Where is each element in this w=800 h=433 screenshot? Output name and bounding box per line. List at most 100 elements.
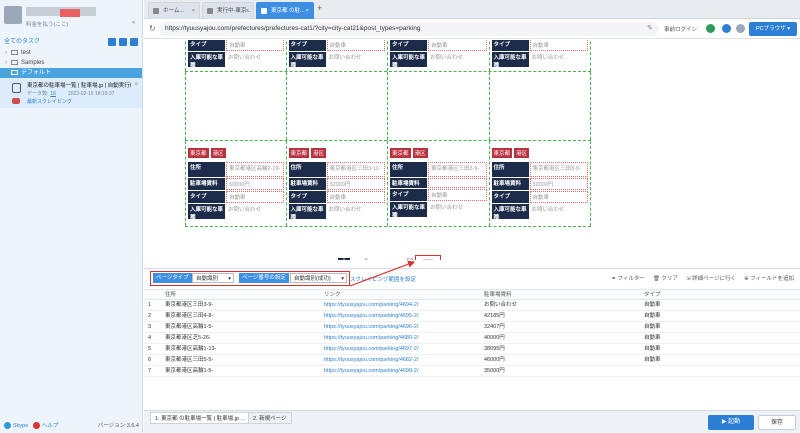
task-title[interactable]: 東京都の駐車場一覧 | 駐車場.jp | 自動実行組 — [27, 81, 131, 89]
url-input[interactable]: https://tyuusyajou.com/prefectures/prefe… — [159, 22, 659, 36]
listing-card[interactable]: 東京都 港区 住所 東京都港区三田3-11- 駐車場賃料 32000円 タイプ 自動車 … — [287, 141, 388, 226]
table-row[interactable]: 5 東京都港区高輪1-13- https://tyuusyajou.com/park… — [144, 344, 800, 355]
task-latest-scrape-link[interactable]: 最新スクレイピング — [27, 98, 72, 105]
folder-icon — [11, 49, 18, 55]
add-field-button[interactable]: ⊕ フィールドを追加 — [744, 274, 794, 283]
edit-pencil-icon[interactable]: ✎ — [647, 22, 653, 36]
kv-type: タイプ 自動車 — [288, 40, 385, 51]
workflow-tab-1[interactable]: 1. 東京都 の駐車場一覧 | 駐車場.jp ... — [150, 412, 251, 424]
all-tasks-label[interactable]: 全てのタスク — [4, 39, 40, 45]
filter-button[interactable]: ⏷ フィルター — [612, 274, 645, 283]
chevron-down-icon: ▾ — [228, 276, 231, 282]
close-icon[interactable]: × — [306, 3, 309, 19]
pref-tag[interactable]: 東京都 — [188, 148, 209, 158]
listing-card[interactable]: タイプ 自動車 入庫可能な車種 お問い合わせ — [490, 40, 591, 71]
pc-browser-dropdown[interactable]: PCブラウザ ▾ — [749, 22, 797, 36]
ward-tag[interactable]: 港区 — [514, 148, 530, 158]
account-sub[interactable]: 料金を払う(ここ) — [26, 20, 68, 28]
clear-button[interactable]: 🗑 クリア — [653, 274, 678, 283]
kv-cars: 入庫可能な車種 お問い合わせ — [288, 204, 386, 221]
listing-card[interactable]: 東京都 港区 住所 東京都港区三田3-9- 駐車場賃料 52000円 タイプ 自動車 入… — [490, 141, 591, 226]
sidebar-footer: Skype ヘルプ バージョン:3.6.4 — [0, 419, 143, 433]
new-tab-plus-icon[interactable]: + — [317, 3, 322, 13]
kv-address: 住所 東京都港区三田3-9- — [390, 162, 487, 177]
page-1[interactable]: 1 — [338, 258, 350, 260]
kv-cars: 入庫可能な車種 お問い合わせ — [288, 52, 386, 69]
close-icon[interactable]: × — [246, 3, 249, 19]
page-type-label: ページタイプ — [153, 273, 192, 283]
run-button[interactable]: ▶ 起動 — [708, 415, 754, 430]
go-detail-button[interactable]: ⇲ 詳細ページに行く — [686, 274, 736, 283]
ward-tag[interactable]: 港区 — [210, 148, 226, 158]
folder-test[interactable]: › test — [0, 48, 142, 58]
tab-running[interactable]: 実行中-東京... × — [202, 2, 254, 19]
page-number-select[interactable]: 自動識別(成功) ▾ — [290, 273, 347, 283]
pre-login-button[interactable]: 事前ログイン — [664, 25, 697, 33]
pref-tag[interactable]: 東京都 — [288, 148, 310, 158]
table-row[interactable]: 6 東京都港区三田5-5- https://tyuusyajou.com/parki… — [144, 355, 800, 366]
listing-card[interactable] — [490, 72, 591, 140]
table-row[interactable]: 1 東京都港区三田3-9- https://tyuusyajou.com/parki… — [144, 300, 800, 311]
task-meta: データ数: 16 2023-02-15 18:19:37 — [27, 90, 114, 97]
account-panel[interactable]: 料金を払う(ここ) « — [0, 0, 142, 36]
task-item[interactable]: 東京都の駐車場一覧 | 駐車場.jp | 自動実行組 データ数: 16 2023-0… — [0, 78, 142, 108]
listing-card[interactable]: 東京都 港区 住所 東京都港区三田3-9- 駐車場賃料 タイプ 自動車 入庫可能な車種… — [388, 141, 490, 226]
table-row[interactable]: 7 東京都港区高輪1-5- https://tyuusyajou.com/parki… — [144, 366, 800, 377]
task-robot-icon — [12, 83, 21, 93]
pagination: 1 2 ... 53 — [338, 258, 416, 260]
close-icon[interactable]: × — [134, 82, 138, 88]
save-button[interactable]: 保存 — [758, 415, 796, 430]
table-row[interactable]: 2 東京都港区三田4-8- https://tyuusyajou.com/parki… — [144, 311, 800, 322]
pref-tag[interactable]: 東京都 — [491, 148, 513, 158]
tab-home[interactable]: ホーム... × — [148, 2, 200, 19]
status-icon[interactable] — [706, 24, 715, 33]
table-row[interactable]: 4 東京都港区芝5-26- https://tyuusyajou.com/parki… — [144, 333, 800, 344]
panel-actions: ⏷ フィルター 🗑 クリア ⇲ 詳細ページに行く ⊕ フィールドを追加 — [612, 274, 794, 283]
ward-tag[interactable]: 港区 — [412, 148, 428, 158]
add-task-icon[interactable] — [108, 38, 116, 46]
listing-card[interactable] — [388, 72, 490, 140]
ward-tag[interactable]: 港区 — [311, 148, 327, 158]
tab-parking-list[interactable]: 東京都 の駐... × — [256, 2, 314, 19]
listing-card[interactable]: タイプ 自動車 入庫可能な車種 お問い合わせ — [287, 40, 388, 71]
import-icon[interactable] — [130, 38, 138, 46]
page-2[interactable]: 2 — [360, 258, 372, 260]
pref-tag[interactable]: 東京都 — [390, 148, 411, 158]
listing-card[interactable]: タイプ 自動車 入庫可能な車種 お問い合わせ — [185, 40, 287, 71]
browser-pane: ホーム... × 実行中-東京... × 東京都 の駐... × + ↻ https:… — [144, 0, 800, 433]
web-viewport[interactable]: タイプ 自動車 入庫可能な車種 お問い合わせ タイプ 自動車 入庫可能な車種 お問い合わ… — [144, 40, 800, 260]
page-icon — [261, 8, 267, 14]
info-icon[interactable] — [722, 24, 731, 33]
double-chevron-left-icon[interactable]: « — [132, 20, 135, 26]
help-link[interactable]: ヘルプ — [42, 423, 59, 429]
refresh-icon[interactable]: ↻ — [149, 24, 156, 33]
help-icon — [32, 422, 40, 430]
add-folder-icon[interactable] — [119, 38, 127, 46]
task-count[interactable]: 16 — [50, 91, 56, 97]
listing-card[interactable] — [185, 72, 287, 140]
table-row[interactable]: 3 東京都港区高輪1-5- https://tyuusyajou.com/parki… — [144, 322, 800, 333]
kv-type: タイプ 自動車 — [188, 40, 284, 51]
data-preview-panel: ページタイプ 自動識別 ▾ ページ番号の設定 自動識別(成功) ▾ スクレイピング範… — [144, 268, 800, 413]
folder-samples[interactable]: › Samples — [0, 58, 142, 68]
listing-card[interactable] — [287, 72, 388, 140]
kv-address: 住所 東京都港区三田3-9- — [491, 162, 588, 177]
folder-default[interactable]: ⌄ デフォルト — [0, 68, 142, 78]
chevron-down-icon: ▾ — [341, 276, 344, 282]
close-icon[interactable]: × — [192, 3, 195, 19]
kv-type: タイプ 自動車 — [188, 191, 284, 203]
page-type-select[interactable]: 自動識別 ▾ — [192, 273, 234, 283]
bottom-bar: 1. 東京都 の駐車場一覧 | 駐車場.jp ... 2. 新規ページ ▶ 起動… — [144, 410, 800, 433]
skype-link[interactable]: Skype — [13, 423, 28, 429]
workflow-tab-2[interactable]: 2. 新規ページ — [248, 412, 292, 424]
kv-fee: 駐車場賃料 — [390, 178, 487, 188]
skype-icon — [4, 422, 11, 430]
next-page-button[interactable] — [415, 255, 441, 260]
listing-card[interactable]: タイプ 自動車 入庫可能な車種 お問い合わせ — [388, 40, 490, 71]
listing-card[interactable]: 東京都 港区 住所 東京都港区高輪2-19- 駐車場賃料 50000円 タイプ 自動車 … — [185, 141, 287, 226]
kv-cars: 入庫可能な車種 お問い合わせ — [188, 204, 284, 221]
folder-label: Samples — [21, 60, 45, 66]
kv-cars: 入庫可能な車種 お問い合わせ — [188, 52, 284, 69]
scrape-range-link[interactable]: スクレイピング範囲を設定 — [350, 275, 416, 283]
settings-icon[interactable] — [736, 24, 745, 33]
